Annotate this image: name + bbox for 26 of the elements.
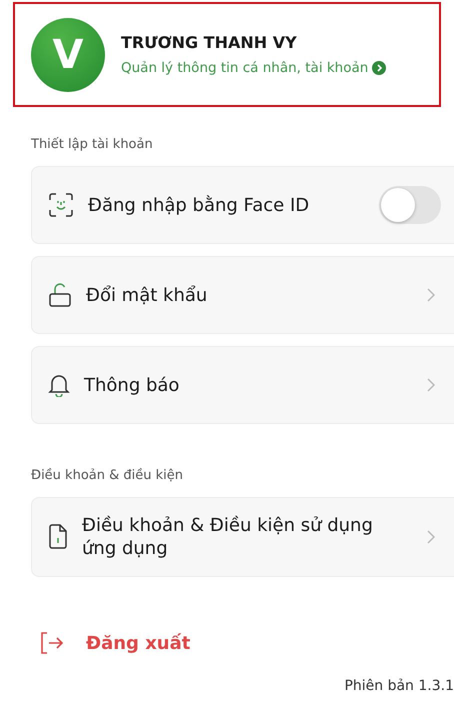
toggle-switch[interactable] [379, 186, 441, 224]
item-label: Thông báo [84, 374, 180, 396]
section-title: Thiết lập tài khoản [31, 137, 154, 152]
logout-button[interactable]: Đăng xuất [40, 632, 190, 654]
item-label: Đổi mật khẩu [86, 284, 208, 306]
logout-icon [40, 632, 64, 654]
settings-item[interactable]: Đổi mật khẩu [31, 256, 454, 334]
lock-icon [48, 282, 72, 308]
chevron-right-icon [427, 288, 435, 302]
profile-subtitle: Quản lý thông tin cá nhân, tài khoản [121, 60, 368, 76]
version-label: Phiên bản 1.3.1 [344, 678, 454, 694]
bell-icon [48, 373, 70, 397]
settings-item[interactable]: Điều khoản & Điều kiện sử dụng ứng dụng [31, 497, 454, 577]
document-icon [48, 524, 68, 550]
settings-item[interactable]: Thông báo [31, 346, 454, 424]
item-label: Điều khoản & Điều kiện sử dụng ứng dụng [82, 514, 374, 560]
item-label: Đăng nhập bằng Face ID [88, 194, 310, 216]
settings-item[interactable]: Đăng nhập bằng Face ID [31, 166, 454, 244]
profile-card[interactable]: V TRƯƠNG THANH VY Quản lý thông tin cá nhân, tài khoản [13, 2, 441, 107]
avatar: V [31, 18, 105, 92]
chevron-right-icon [427, 378, 435, 392]
face-id-icon [48, 192, 74, 218]
chevron-right-icon [427, 530, 435, 544]
user-name: TRƯƠNG THANH VY [121, 33, 298, 52]
arrow-circle-icon [372, 61, 386, 75]
section-title: Điều khoản & điều kiện [31, 468, 184, 483]
